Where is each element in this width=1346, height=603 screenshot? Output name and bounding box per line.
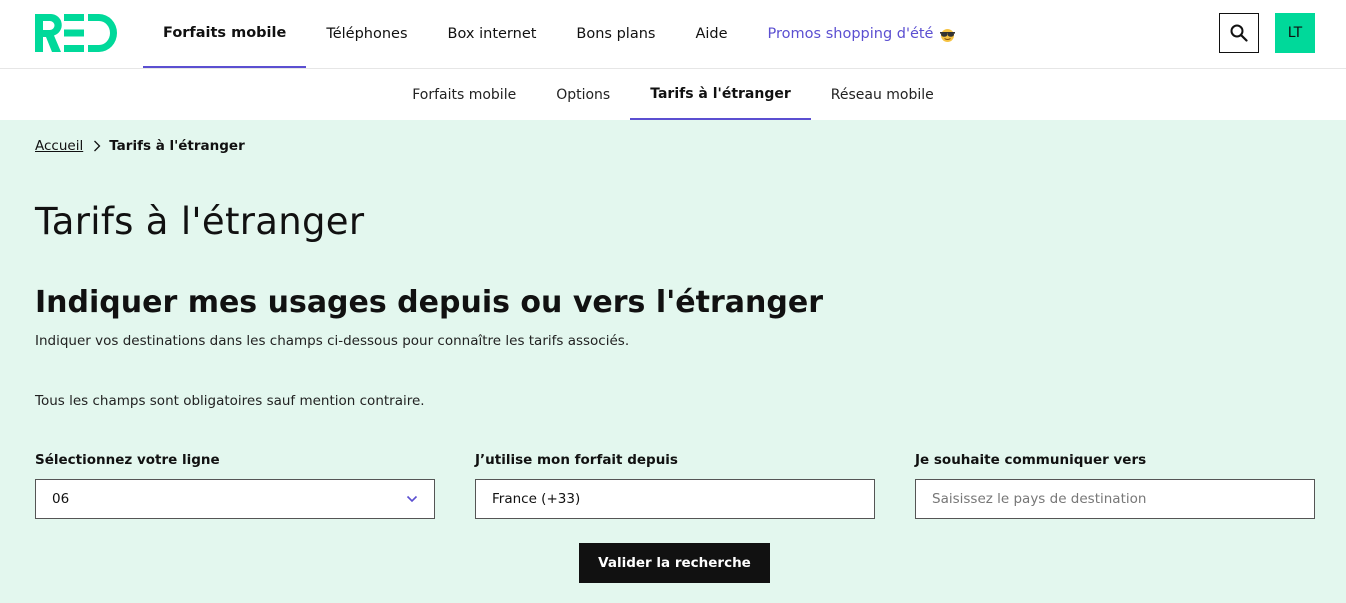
- validate-search-button[interactable]: Valider la recherche: [579, 543, 770, 583]
- chevron-right-icon: [94, 140, 101, 152]
- main-content: Accueil Tarifs à l'étranger Tarifs à l'é…: [0, 120, 1346, 603]
- to-country-box: [915, 479, 1315, 519]
- nav-forfaits-mobile[interactable]: Forfaits mobile: [143, 0, 307, 68]
- nav-promos-shopping[interactable]: Promos shopping d'été: [748, 0, 977, 68]
- red-logo[interactable]: [35, 14, 117, 52]
- nav-bons-plans[interactable]: Bons plans: [556, 0, 675, 68]
- nav-promos-label: Promos shopping d'été: [767, 26, 934, 42]
- from-country-box: [475, 479, 875, 519]
- nav-aide[interactable]: Aide: [675, 0, 747, 68]
- section-description: Indiquer vos destinations dans les champ…: [35, 333, 630, 349]
- subnav-options[interactable]: Options: [536, 69, 630, 120]
- breadcrumb-current: Tarifs à l'étranger: [109, 138, 245, 154]
- breadcrumb-home-link[interactable]: Accueil: [35, 138, 83, 154]
- to-country-input[interactable]: [932, 491, 1298, 507]
- top-header: Forfaits mobile Téléphones Box internet …: [0, 0, 1346, 69]
- line-select-field: Sélectionnez votre ligne 06: [35, 452, 435, 519]
- subnav-reseau-mobile[interactable]: Réseau mobile: [811, 69, 954, 120]
- search-button[interactable]: [1219, 13, 1259, 53]
- to-country-field: Je souhaite communiquer vers: [915, 452, 1315, 519]
- user-avatar[interactable]: LT: [1275, 13, 1315, 53]
- from-country-label: J’utilise mon forfait depuis: [475, 452, 678, 468]
- subnav-forfaits-mobile[interactable]: Forfaits mobile: [392, 69, 536, 120]
- page-title: Tarifs à l'étranger: [35, 200, 365, 243]
- to-country-label: Je souhaite communiquer vers: [915, 452, 1147, 468]
- line-select-label: Sélectionnez votre ligne: [35, 452, 220, 468]
- sub-nav: Forfaits mobile Options Tarifs à l'étran…: [0, 69, 1346, 120]
- breadcrumb: Accueil Tarifs à l'étranger: [35, 138, 245, 154]
- subnav-tarifs-etranger[interactable]: Tarifs à l'étranger: [630, 69, 811, 120]
- main-nav: Forfaits mobile Téléphones Box internet …: [143, 0, 976, 68]
- sunglasses-emoji-icon: [940, 28, 956, 42]
- line-select[interactable]: 06: [35, 479, 435, 519]
- section-title: Indiquer mes usages depuis ou vers l'étr…: [35, 285, 823, 320]
- from-country-input[interactable]: [492, 491, 858, 507]
- nav-box-internet[interactable]: Box internet: [428, 0, 557, 68]
- required-fields-note: Tous les champs sont obligatoires sauf m…: [35, 393, 425, 409]
- chevron-down-icon: [406, 495, 418, 503]
- line-select-value: 06: [52, 491, 70, 507]
- nav-telephones[interactable]: Téléphones: [306, 0, 427, 68]
- from-country-field: J’utilise mon forfait depuis: [475, 452, 875, 519]
- search-icon: [1230, 24, 1248, 42]
